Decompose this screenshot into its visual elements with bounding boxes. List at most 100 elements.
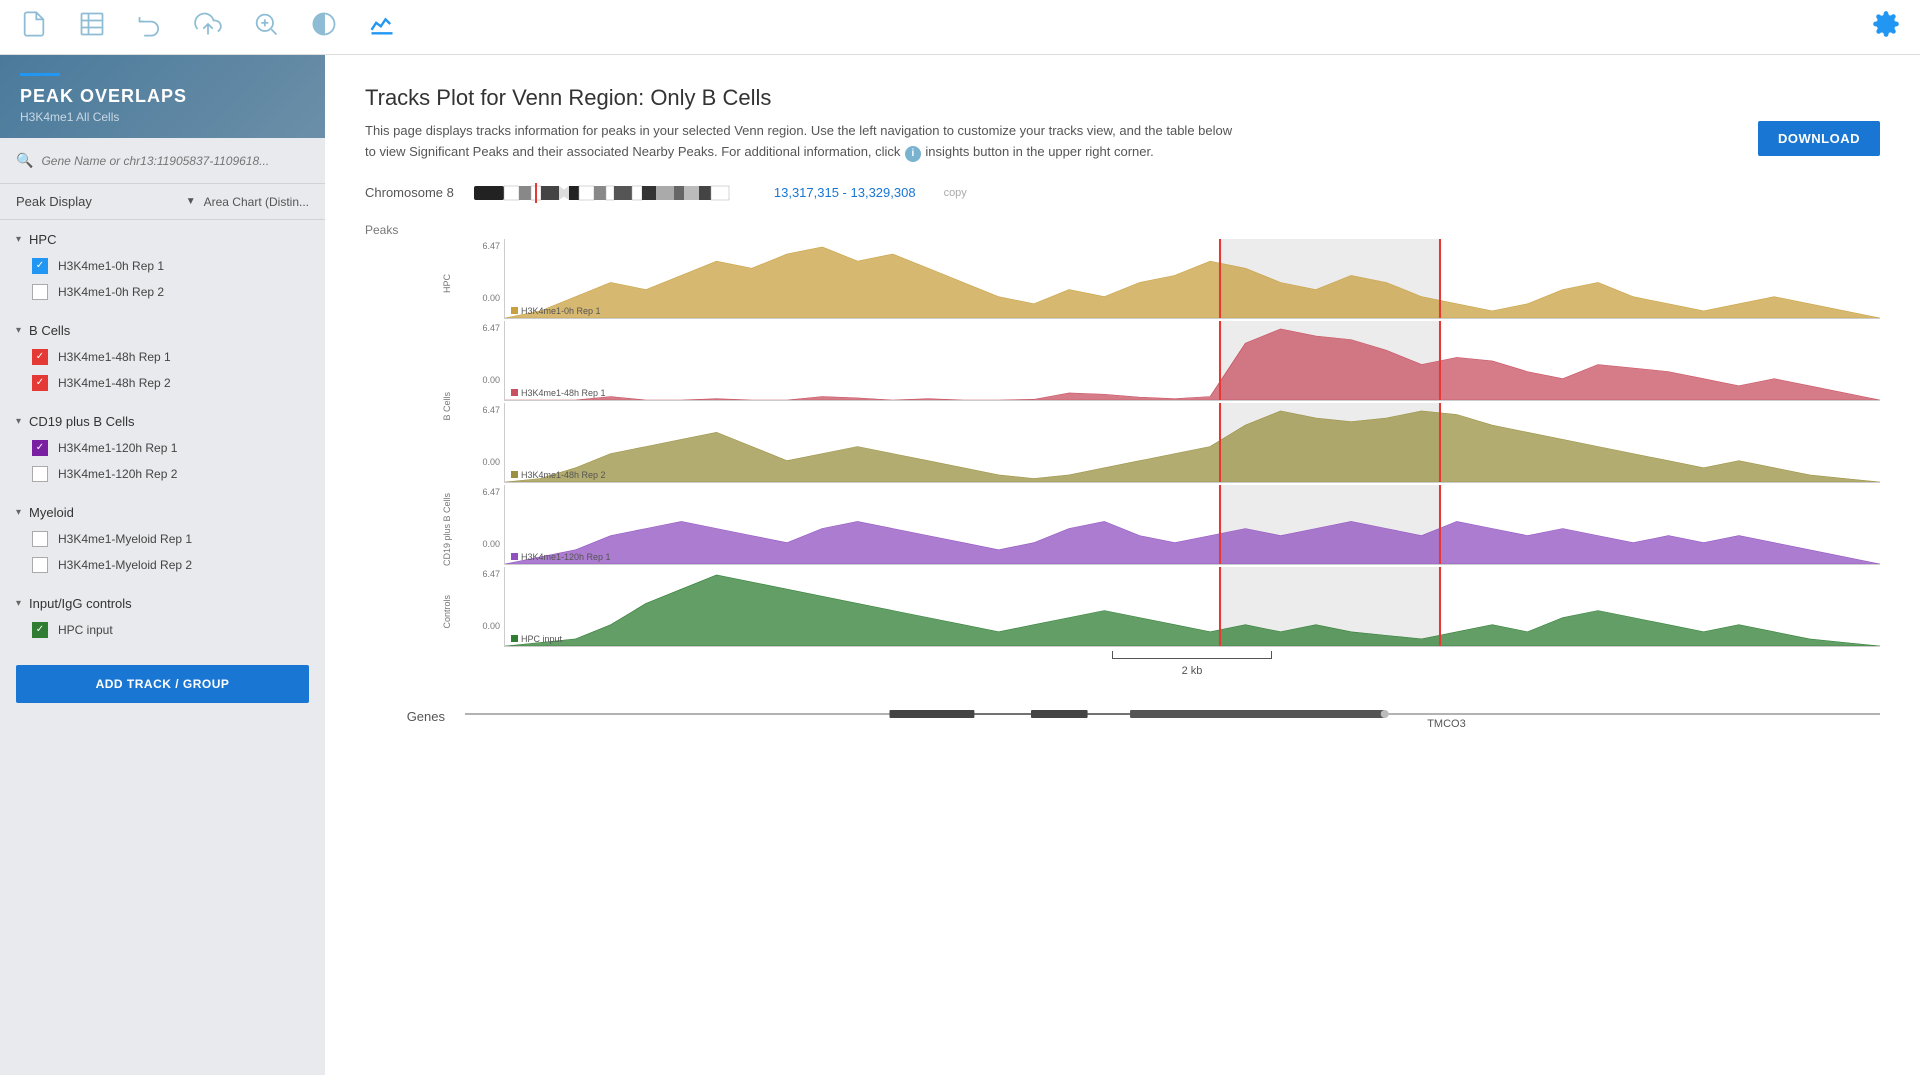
checkbox-2-0[interactable]: ✓ — [32, 440, 48, 456]
group-header-4[interactable]: ▾Input/IgG controls — [0, 590, 325, 617]
genes-svg: TMCO3 — [465, 699, 1880, 729]
y-axis-2: 6.470.00 — [460, 403, 504, 483]
tracks-active-icon[interactable] — [368, 10, 396, 44]
table-icon[interactable] — [78, 10, 106, 44]
track-row-1: 6.470.00 H3K4me1-48h Rep 1 — [460, 321, 1880, 401]
track-label-0-1: H3K4me1-0h Rep 2 — [58, 285, 164, 299]
track-item-2-1[interactable]: H3K4me1-120h Rep 2 — [0, 461, 325, 487]
checkbox-3-0[interactable] — [32, 531, 48, 547]
track-item-1-0[interactable]: ✓ H3K4me1-48h Rep 1 — [0, 344, 325, 370]
y-max-4: 6.47 — [482, 569, 500, 579]
checkbox-2-1[interactable] — [32, 466, 48, 482]
chart-svg-2 — [505, 403, 1880, 482]
track-label-3-0: H3K4me1-Myeloid Rep 1 — [58, 532, 192, 546]
track-item-3-0[interactable]: H3K4me1-Myeloid Rep 1 — [0, 526, 325, 552]
y-min-2: 0.00 — [482, 457, 500, 467]
track-legend-2: H3K4me1-48h Rep 2 — [511, 470, 606, 480]
tracks-chart-area: 6.470.00H3K4me1-0h Rep 16.470.00H3K4me1-… — [460, 223, 1880, 679]
side-label-text-2: CD19 plus B Cells — [442, 493, 452, 566]
legend-text-1: H3K4me1-48h Rep 1 — [521, 388, 606, 398]
track-item-0-1[interactable]: H3K4me1-0h Rep 2 — [0, 279, 325, 305]
side-label-text-1: B Cells — [442, 392, 452, 421]
y-axis-1: 6.470.00 — [460, 321, 504, 401]
search-icon: 🔍 — [16, 152, 33, 169]
track-item-3-1[interactable]: H3K4me1-Myeloid Rep 2 — [0, 552, 325, 578]
checkbox-3-1[interactable] — [32, 557, 48, 573]
group-header-3[interactable]: ▾Myeloid — [0, 499, 325, 526]
group-name-2: CD19 plus B Cells — [29, 414, 135, 429]
track-label-1-0: H3K4me1-48h Rep 1 — [58, 350, 171, 364]
y-axis-3: 6.470.00 — [460, 485, 504, 565]
track-row-4: 6.470.00HPC input — [460, 567, 1880, 647]
y-max-3: 6.47 — [482, 487, 500, 497]
download-button[interactable]: DOWNLOAD — [1758, 121, 1880, 156]
group-chevron-0: ▾ — [16, 234, 21, 245]
track-group-3: ▾Myeloid H3K4me1-Myeloid Rep 1 H3K4me1-Mye… — [0, 493, 325, 584]
group-chevron-4: ▾ — [16, 598, 21, 609]
peaks-section-label: Peaks — [365, 223, 460, 239]
track-item-2-0[interactable]: ✓ H3K4me1-120h Rep 1 — [0, 435, 325, 461]
track-item-4-0[interactable]: ✓HPC input — [0, 617, 325, 643]
search-input[interactable] — [41, 154, 309, 168]
checkbox-1-0[interactable]: ✓ — [32, 349, 48, 365]
group-header-2[interactable]: ▾CD19 plus B Cells — [0, 408, 325, 435]
bracket-line — [1112, 651, 1272, 659]
chart-area-1: H3K4me1-48h Rep 1 — [504, 321, 1880, 401]
sidebar-title: PEAK OVERLAPS — [20, 86, 305, 107]
scale-label: 2 kb — [1182, 665, 1203, 677]
track-row-2: 6.470.00 H3K4me1-48h Rep 2 — [460, 403, 1880, 483]
checkbox-0-1[interactable] — [32, 284, 48, 300]
track-row-0: 6.470.00H3K4me1-0h Rep 1 — [460, 239, 1880, 319]
search-area: 🔍 — [0, 138, 325, 184]
legend-text-0: H3K4me1-0h Rep 1 — [521, 306, 601, 316]
sidebar-groups: ▾HPC ✓ H3K4me1-0h Rep 1 H3K4me1-0h Rep 2 ▾B … — [0, 220, 325, 649]
upload-icon[interactable] — [194, 10, 222, 44]
group-chevron-3: ▾ — [16, 507, 21, 518]
genes-row: Genes TMCO3 — [365, 699, 1880, 734]
undo-icon[interactable] — [136, 10, 164, 44]
chevron-down-icon[interactable]: ▼ — [186, 196, 196, 207]
group-header-0[interactable]: ▾HPC — [0, 226, 325, 253]
track-label-2-0: H3K4me1-120h Rep 1 — [58, 441, 177, 455]
info-icon[interactable]: i — [905, 146, 921, 162]
track-item-0-0[interactable]: ✓ H3K4me1-0h Rep 1 — [0, 253, 325, 279]
toolbar — [0, 0, 1920, 55]
genes-label: Genes — [365, 709, 455, 724]
side-label-group-3: Controls — [365, 571, 460, 653]
checkbox-1-1[interactable]: ✓ — [32, 375, 48, 391]
y-min-1: 0.00 — [482, 375, 500, 385]
chart-area-2: H3K4me1-48h Rep 2 — [504, 403, 1880, 483]
track-label-3-1: H3K4me1-Myeloid Rep 2 — [58, 558, 192, 572]
tracks-charts: 6.470.00H3K4me1-0h Rep 16.470.00H3K4me1-… — [460, 239, 1880, 647]
legend-color-4 — [511, 635, 518, 642]
search-zoom-icon[interactable] — [252, 10, 280, 44]
contrast-icon[interactable] — [310, 10, 338, 44]
checkbox-0-0[interactable]: ✓ — [32, 258, 48, 274]
checkbox-4-0[interactable]: ✓ — [32, 622, 48, 638]
file-icon[interactable] — [20, 10, 48, 44]
sidebar: PEAK OVERLAPS H3K4me1 All Cells 🔍 Peak D… — [0, 55, 325, 1075]
description-row: This page displays tracks information fo… — [365, 121, 1880, 163]
track-group-2: ▾CD19 plus B Cells ✓ H3K4me1-120h Rep 1 H3K… — [0, 402, 325, 493]
track-legend-3: H3K4me1-120h Rep 1 — [511, 552, 611, 562]
chart-svg-0 — [505, 239, 1880, 318]
group-header-1[interactable]: ▾B Cells — [0, 317, 325, 344]
chromosome-copy[interactable]: copy — [944, 187, 967, 199]
chromosome-bar-svg — [474, 183, 734, 203]
gear-icon[interactable] — [1872, 10, 1900, 45]
track-label-0-0: H3K4me1-0h Rep 1 — [58, 259, 164, 273]
scale-container: 2 kb — [460, 651, 1880, 679]
add-track-button[interactable]: ADD TRACK / GROUP — [16, 665, 309, 703]
side-label-group-0: HPC — [365, 243, 460, 325]
track-label-1-1: H3K4me1-48h Rep 2 — [58, 376, 171, 390]
legend-color-0 — [511, 307, 518, 314]
chromosome-label: Chromosome 8 — [365, 185, 454, 200]
y-axis-labels: Peaks HPC B Cells CD19 plus B Cells Control… — [365, 223, 460, 653]
tracks-wrapper: Peaks HPC B Cells CD19 plus B Cells Control… — [365, 223, 1880, 679]
track-item-1-1[interactable]: ✓ H3K4me1-48h Rep 2 — [0, 370, 325, 396]
side-label-text-0: HPC — [442, 274, 452, 293]
chart-svg-4 — [505, 567, 1880, 646]
track-legend-0: H3K4me1-0h Rep 1 — [511, 306, 601, 316]
y-max-0: 6.47 — [482, 241, 500, 251]
svg-text:TMCO3: TMCO3 — [1427, 718, 1466, 729]
